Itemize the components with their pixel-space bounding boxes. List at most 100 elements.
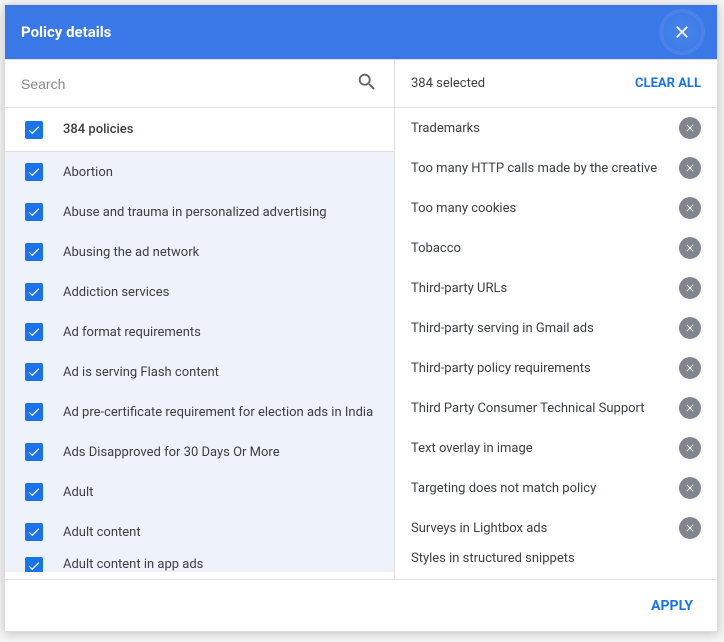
list-item-label: Ad format requirements xyxy=(63,325,201,340)
clear-all-button[interactable]: CLEAR ALL xyxy=(635,76,701,91)
chip: Too many cookies xyxy=(395,188,717,228)
close-icon xyxy=(684,482,696,494)
policy-details-dialog: Policy details 384 policies A xyxy=(4,4,718,632)
list-item[interactable]: Ad format requirements xyxy=(5,312,394,352)
chip: Third-party policy requirements xyxy=(395,348,717,388)
close-icon xyxy=(684,162,696,174)
chip-label: Tobacco xyxy=(411,241,679,256)
list-item-label: Abuse and trauma in personalized adverti… xyxy=(63,205,327,220)
chip-label: Targeting does not match policy xyxy=(411,481,679,496)
list-item-label: Abusing the ad network xyxy=(63,245,199,260)
chip-label: Third-party URLs xyxy=(411,281,679,296)
chip: Third-party serving in Gmail ads xyxy=(395,308,717,348)
list-item-label: Ads Disapproved for 30 Days Or More xyxy=(63,445,280,460)
chip-label: Trademarks xyxy=(411,121,679,136)
remove-chip-button[interactable] xyxy=(679,117,701,139)
list-item-label: Ad is serving Flash content xyxy=(63,365,219,380)
checkbox-icon[interactable] xyxy=(25,121,43,139)
chip-label: Third Party Consumer Technical Support xyxy=(411,401,679,416)
chip: Text overlay in image xyxy=(395,428,717,468)
remove-chip-button[interactable] xyxy=(679,437,701,459)
list-item[interactable]: Ads Disapproved for 30 Days Or More xyxy=(5,432,394,472)
chip: Trademarks xyxy=(395,108,717,148)
list-item[interactable]: Adult content in app ads xyxy=(5,552,394,572)
dialog-footer: APPLY xyxy=(5,579,717,631)
chip: Too many HTTP calls made by the creative xyxy=(395,148,717,188)
chip-label: Surveys in Lightbox ads xyxy=(411,521,679,536)
dialog-header: Policy details xyxy=(5,5,717,59)
checkbox-icon[interactable] xyxy=(25,403,43,421)
search-icon[interactable] xyxy=(356,71,378,97)
chip-label: Third-party policy requirements xyxy=(411,361,679,376)
selected-chips[interactable]: Trademarks Too many HTTP calls made by t… xyxy=(395,108,717,579)
list-item[interactable]: Adult content xyxy=(5,512,394,552)
checkbox-icon[interactable] xyxy=(25,283,43,301)
select-all-row[interactable]: 384 policies xyxy=(5,108,394,152)
select-all-label: 384 policies xyxy=(63,122,133,137)
close-button[interactable] xyxy=(663,13,701,51)
list-item-label: Ad pre-certificate requirement for elect… xyxy=(63,405,373,420)
list-item-label: Adult xyxy=(63,485,93,500)
remove-chip-button[interactable] xyxy=(679,277,701,299)
list-item-label: Adult content in app ads xyxy=(63,557,203,572)
list-item[interactable]: Abortion xyxy=(5,152,394,192)
remove-chip-button[interactable] xyxy=(679,477,701,499)
chip: Targeting does not match policy xyxy=(395,468,717,508)
chip-label: Too many HTTP calls made by the creative xyxy=(411,161,679,176)
search-row xyxy=(5,60,394,108)
list-item[interactable]: Ad pre-certificate requirement for elect… xyxy=(5,392,394,432)
close-icon xyxy=(684,242,696,254)
search-input[interactable] xyxy=(21,76,356,92)
chip-label: Text overlay in image xyxy=(411,441,679,456)
chip: Tobacco xyxy=(395,228,717,268)
close-icon xyxy=(684,322,696,334)
left-pane: 384 policies Abortion Abuse and trauma i… xyxy=(5,60,395,579)
checkbox-icon[interactable] xyxy=(25,483,43,501)
chip-label: Styles in structured snippets xyxy=(411,551,679,566)
remove-chip-button[interactable] xyxy=(679,397,701,419)
remove-chip-button[interactable] xyxy=(679,357,701,379)
close-icon xyxy=(684,282,696,294)
checkbox-icon[interactable] xyxy=(25,523,43,541)
list-item[interactable]: Adult xyxy=(5,472,394,512)
checkbox-icon[interactable] xyxy=(25,323,43,341)
list-item[interactable]: Addiction services xyxy=(5,272,394,312)
selected-count: 384 selected xyxy=(411,76,485,91)
remove-chip-button[interactable] xyxy=(679,517,701,539)
right-pane: 384 selected CLEAR ALL Trademarks Too ma… xyxy=(395,60,717,579)
list-item-label: Abortion xyxy=(63,165,113,180)
chip-label: Third-party serving in Gmail ads xyxy=(411,321,679,336)
close-icon xyxy=(684,202,696,214)
remove-chip-button[interactable] xyxy=(679,237,701,259)
dialog-title: Policy details xyxy=(21,23,111,41)
checkbox-icon[interactable] xyxy=(25,203,43,221)
remove-chip-button[interactable] xyxy=(679,157,701,179)
close-icon xyxy=(684,442,696,454)
close-icon xyxy=(684,522,696,534)
chip-label: Too many cookies xyxy=(411,201,679,216)
close-icon xyxy=(684,402,696,414)
close-icon xyxy=(672,22,692,42)
remove-chip-button[interactable] xyxy=(679,317,701,339)
chip: Third-party URLs xyxy=(395,268,717,308)
close-icon xyxy=(684,362,696,374)
checkbox-icon[interactable] xyxy=(25,163,43,181)
close-icon xyxy=(684,122,696,134)
apply-button[interactable]: APPLY xyxy=(651,598,693,614)
chip: Third Party Consumer Technical Support xyxy=(395,388,717,428)
checkbox-icon[interactable] xyxy=(25,557,43,572)
policy-list: 384 policies Abortion Abuse and trauma i… xyxy=(5,108,394,579)
chip: Surveys in Lightbox ads xyxy=(395,508,717,548)
selected-header: 384 selected CLEAR ALL xyxy=(395,60,717,108)
policy-list-scroll[interactable]: Abortion Abuse and trauma in personalize… xyxy=(5,152,394,572)
checkbox-icon[interactable] xyxy=(25,363,43,381)
list-item[interactable]: Abusing the ad network xyxy=(5,232,394,272)
checkbox-icon[interactable] xyxy=(25,443,43,461)
list-item[interactable]: Ad is serving Flash content xyxy=(5,352,394,392)
list-item-label: Addiction services xyxy=(63,285,169,300)
dialog-body: 384 policies Abortion Abuse and trauma i… xyxy=(5,59,717,579)
checkbox-icon[interactable] xyxy=(25,243,43,261)
remove-chip-button[interactable] xyxy=(679,197,701,219)
list-item-label: Adult content xyxy=(63,525,141,540)
list-item[interactable]: Abuse and trauma in personalized adverti… xyxy=(5,192,394,232)
